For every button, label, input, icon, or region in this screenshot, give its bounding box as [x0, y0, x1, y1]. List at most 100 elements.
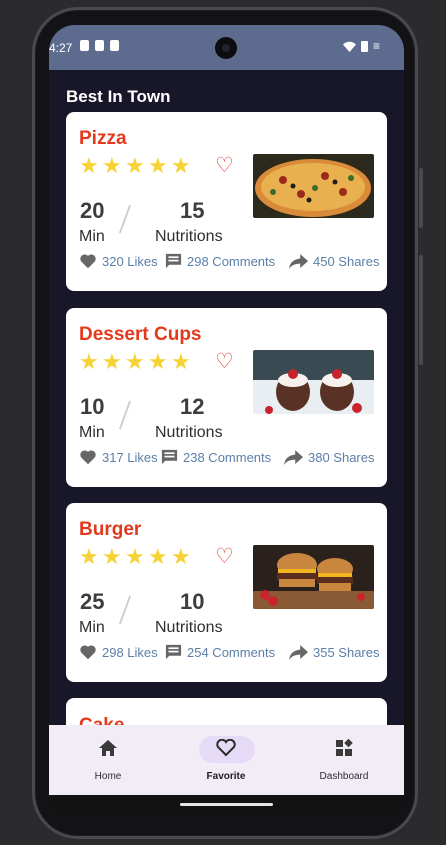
- likes-count: 298 Likes: [102, 644, 158, 660]
- favorite-heart-icon[interactable]: ♡: [215, 351, 234, 373]
- star-icon: ★: [125, 544, 145, 569]
- nutrition-unit: Nutritions: [155, 619, 223, 636]
- time-value: 20: [80, 198, 105, 223]
- nav-label: Favorite: [206, 771, 246, 782]
- time-unit: Min: [79, 424, 105, 441]
- shares-count: 380 Shares: [308, 449, 375, 465]
- shares-count: 450 Shares: [313, 253, 380, 269]
- burger-image: [253, 545, 374, 609]
- heart-filled-icon: [80, 645, 96, 660]
- nav-item-dashboard[interactable]: Dashboard: [285, 725, 403, 795]
- time-value: 10: [80, 394, 105, 419]
- shares-stat[interactable]: 380 Shares: [284, 450, 375, 465]
- nav-item-favorite[interactable]: Favorite: [167, 725, 285, 795]
- favorite-heart-icon[interactable]: ♡: [215, 155, 234, 177]
- shield-icon: [80, 40, 89, 51]
- likes-count: 317 Likes: [102, 449, 158, 465]
- star-icon: ★: [125, 349, 145, 374]
- nutrition-unit: Nutritions: [155, 424, 223, 441]
- nav-item-home[interactable]: Home: [49, 725, 167, 795]
- bottom-navigation: Home Favorite Dashboard: [49, 725, 404, 795]
- recipe-card-pizza[interactable]: Pizza ★ ★ ★ ★ ★ ♡ 20 Min 15 Nutritions 3…: [66, 112, 387, 291]
- card-title: Burger: [79, 519, 142, 540]
- volume-button: [419, 255, 423, 365]
- star-icon: ★: [171, 544, 191, 569]
- engagement-stats: 317 Likes 238 Comments 380 Shares: [79, 449, 375, 465]
- status-time: 4:27: [49, 41, 73, 55]
- likes-stat[interactable]: 320 Likes: [79, 253, 165, 269]
- dashboard-icon: [336, 739, 353, 756]
- star-icon: ★: [102, 153, 122, 178]
- time-unit: Min: [79, 228, 105, 245]
- nutrition-value: 12: [180, 394, 205, 419]
- share-arrow-icon: [284, 449, 303, 465]
- comments-stat[interactable]: 298 Comments: [165, 253, 289, 269]
- heart-filled-icon: [80, 254, 96, 269]
- battery-icon: [360, 40, 368, 52]
- nutrition-value: 15: [180, 198, 205, 223]
- star-icon: ★: [79, 153, 99, 178]
- dessert-cups-image: [253, 350, 374, 414]
- star-icon: ★: [171, 153, 191, 178]
- status-bar: 4:27 ≡: [49, 25, 404, 70]
- divider-slash: [118, 204, 132, 234]
- favorite-heart-icon[interactable]: ♡: [215, 546, 234, 568]
- share-arrow-icon: [289, 644, 308, 660]
- rating-stars: ★ ★ ★ ★ ★: [79, 546, 191, 568]
- status-system-icons: ≡: [342, 39, 380, 53]
- likes-stat[interactable]: 317 Likes: [79, 449, 161, 465]
- star-icon: ★: [148, 349, 168, 374]
- star-icon: ★: [148, 544, 168, 569]
- heart-filled-icon: [80, 450, 96, 465]
- heart-outline-icon: [216, 739, 236, 757]
- wifi-icon: [342, 41, 356, 52]
- section-title: Best In Town: [66, 87, 171, 106]
- comments-stat[interactable]: 254 Comments: [165, 644, 289, 660]
- comment-icon: [165, 644, 182, 660]
- divider-slash: [118, 400, 132, 430]
- time-value: 25: [80, 589, 105, 614]
- star-icon: ★: [102, 349, 122, 374]
- star-icon: ★: [79, 349, 99, 374]
- star-icon: ★: [125, 153, 145, 178]
- rating-stars: ★ ★ ★ ★ ★: [79, 155, 191, 177]
- recipe-card-burger[interactable]: Burger ★ ★ ★ ★ ★ ♡ 25 Min 10 Nutritions …: [66, 503, 387, 682]
- menu-glyph: ≡: [372, 39, 380, 53]
- star-icon: ★: [171, 349, 191, 374]
- nav-label: Dashboard: [319, 771, 369, 782]
- share-arrow-icon: [289, 253, 308, 269]
- star-icon: ★: [148, 153, 168, 178]
- gesture-area: [49, 795, 404, 815]
- nutrition-unit: Nutritions: [155, 228, 223, 245]
- nutrition-value: 10: [180, 589, 205, 614]
- calendar-icon: [110, 40, 119, 51]
- comments-count: 254 Comments: [187, 644, 276, 660]
- nav-label: Home: [94, 771, 122, 782]
- shares-stat[interactable]: 355 Shares: [289, 645, 380, 660]
- front-camera: [215, 37, 237, 59]
- likes-stat[interactable]: 298 Likes: [79, 644, 165, 660]
- divider-slash: [118, 595, 132, 625]
- shares-stat[interactable]: 450 Shares: [289, 254, 380, 269]
- engagement-stats: 298 Likes 254 Comments 355 Shares: [79, 644, 380, 660]
- comment-icon: [161, 449, 178, 465]
- app-screen: 4:27 ≡ Best In Town Pizza ★ ★ ★ ★ ★ ♡ 20…: [49, 25, 404, 815]
- card-title: Pizza: [79, 128, 127, 149]
- engagement-stats: 320 Likes 298 Comments 450 Shares: [79, 253, 380, 269]
- rating-stars: ★ ★ ★ ★ ★: [79, 351, 191, 373]
- likes-count: 320 Likes: [102, 253, 158, 269]
- card-title: Dessert Cups: [79, 324, 202, 345]
- status-notification-icons: [80, 40, 119, 51]
- comments-count: 238 Comments: [183, 449, 272, 465]
- comments-count: 298 Comments: [187, 253, 276, 269]
- power-button: [419, 168, 423, 228]
- comment-icon: [165, 253, 182, 269]
- star-icon: ★: [79, 544, 99, 569]
- star-icon: ★: [102, 544, 122, 569]
- pizza-image: [253, 154, 374, 218]
- recipe-card-dessert-cups[interactable]: Dessert Cups ★ ★ ★ ★ ★ ♡ 10 Min 12 Nutri…: [66, 308, 387, 487]
- home-icon: [99, 740, 117, 756]
- comments-stat[interactable]: 238 Comments: [161, 449, 284, 465]
- home-gesture-bar[interactable]: [180, 803, 273, 806]
- sim-icon: [95, 40, 104, 51]
